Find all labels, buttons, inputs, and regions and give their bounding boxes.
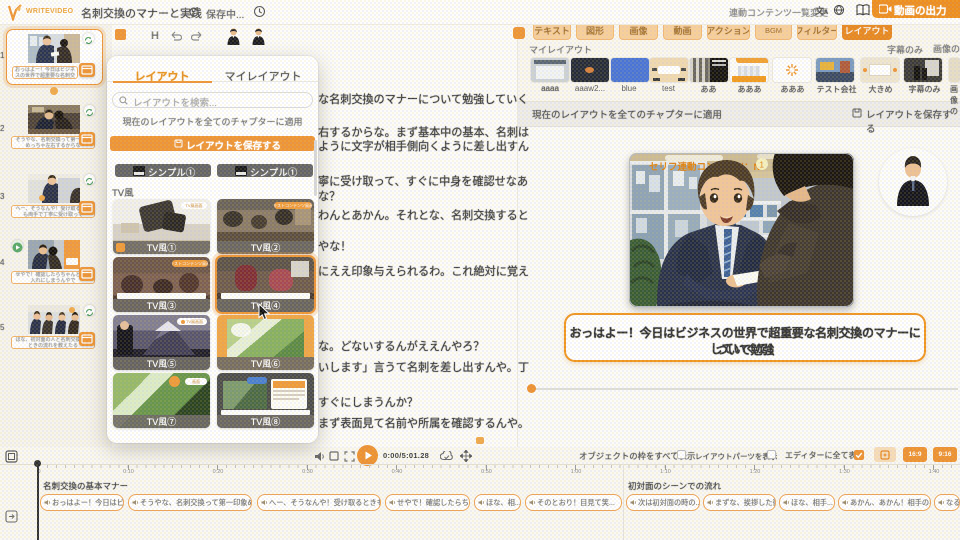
svg-text:1: 1: [760, 161, 765, 170]
